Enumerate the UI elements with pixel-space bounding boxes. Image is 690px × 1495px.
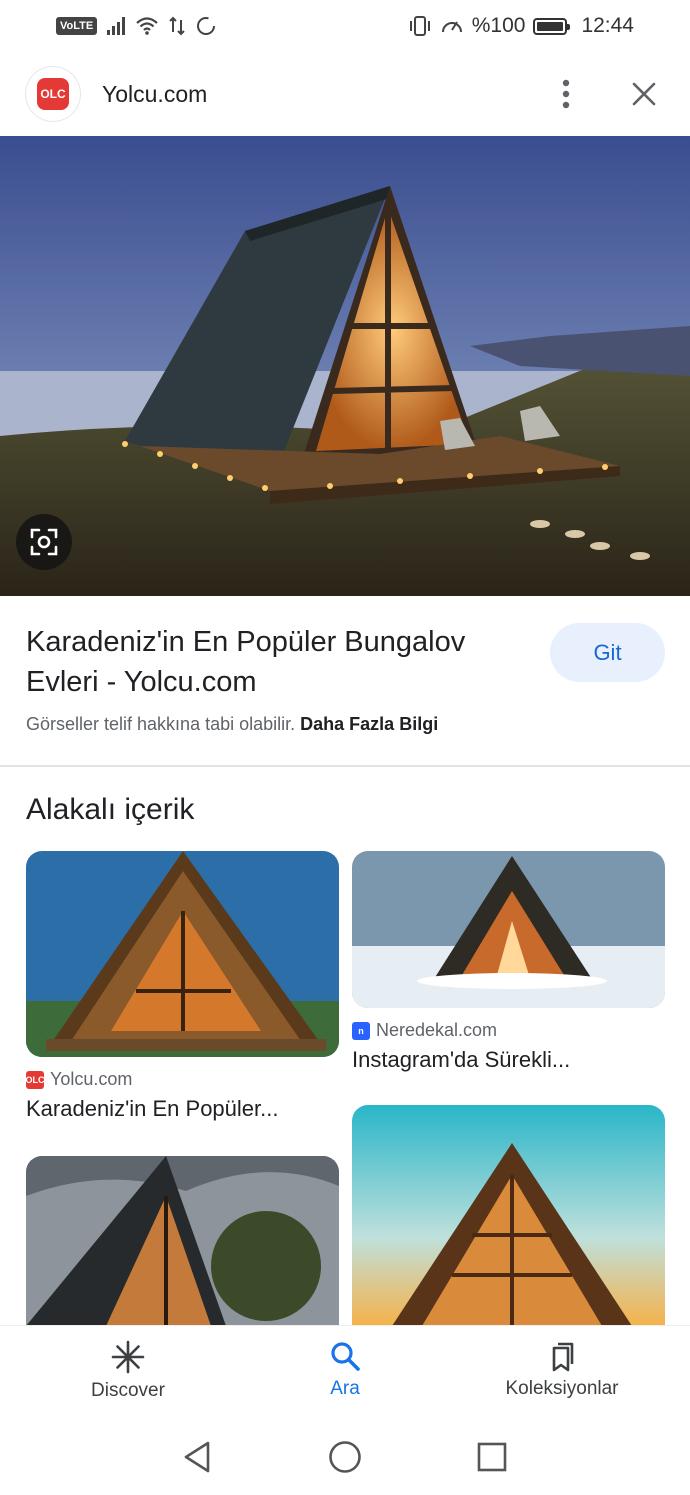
favicon-logo: OLC [37,78,69,110]
nav-collections[interactable]: Koleksiyonlar [492,1340,632,1400]
signal-icon [107,17,126,35]
vibrate-icon [409,16,430,36]
status-right: %100 12:44 [408,14,634,38]
hero-image[interactable] [0,136,690,596]
copyright-notice: Görseller telif hakkına tabi olabilir. D… [26,714,438,735]
lens-icon [30,528,58,556]
card-source: OLC Yolcu.com [26,1069,339,1090]
site-name[interactable]: Yolcu.com [102,81,546,108]
bungalow-thumbnail-1 [26,851,339,1057]
result-title[interactable]: Karadeniz'in En Popüler Bungalov Evleri … [26,622,536,702]
bungalow-thumbnail-4 [352,1105,665,1326]
battery-icon [533,17,571,35]
data-transfer-icon [169,16,185,36]
related-card[interactable] [352,1105,665,1326]
sync-icon [197,17,216,35]
nav-discover-label: Discover [91,1380,165,1401]
result-title-block: Karadeniz'in En Popüler Bungalov Evleri … [26,622,536,702]
related-card[interactable] [26,1156,339,1326]
card-title[interactable]: Instagram'da Sürekli... [352,1047,665,1073]
more-options-button[interactable] [546,74,586,114]
search-icon [331,1342,360,1371]
asterisk-icon [111,1340,145,1374]
nav-search[interactable]: Ara [295,1340,395,1400]
related-card[interactable]: n Neredekal.com Instagram'da Sürekli... [352,851,665,1073]
card-source-name: Neredekal.com [376,1020,498,1040]
back-icon[interactable] [182,1440,212,1474]
section-divider [0,765,690,767]
related-image[interactable] [352,1105,665,1326]
system-navigation-bar [0,1424,690,1495]
battery-percent: %100 [471,14,526,37]
status-bar: VoLTE %100 12:44 [0,0,690,52]
speed-icon [441,21,462,33]
wifi-icon [136,17,158,35]
related-image[interactable] [352,851,665,1008]
related-heading: Alakalı içerik [26,793,195,826]
learn-more-link[interactable]: Daha Fazla Bilgi [300,714,438,734]
home-icon[interactable] [328,1440,362,1474]
card-source-name: Yolcu.com [50,1069,133,1089]
card-source: n Neredekal.com [352,1020,665,1041]
related-image[interactable] [26,851,339,1057]
google-lens-button[interactable] [16,514,72,570]
related-card[interactable]: OLC Yolcu.com Karadeniz'in En Popüler... [26,851,339,1122]
close-button[interactable] [624,74,664,114]
yolcu-favicon-icon: OLC [26,1070,45,1089]
bungalow-thumbnail-2 [352,851,665,1008]
recents-icon[interactable] [476,1441,508,1473]
more-vert-icon [562,79,570,109]
status-left: VoLTE [56,15,217,37]
site-favicon[interactable]: OLC [26,67,80,121]
volte-icon: VoLTE [56,17,98,35]
copyright-text: Görseller telif hakkına tabi olabilir. [26,714,296,734]
bungalow-thumbnail-3 [26,1156,339,1326]
clock: 12:44 [581,14,634,37]
close-icon [632,82,656,106]
visit-button[interactable]: Git [550,623,665,682]
collections-icon [552,1342,574,1372]
nav-collections-label: Koleksiyonlar [505,1378,619,1399]
nav-discover[interactable]: Discover [78,1340,178,1402]
site-header: OLC Yolcu.com [0,52,690,136]
nav-search-label: Ara [330,1378,360,1399]
related-image[interactable] [26,1156,339,1326]
card-title[interactable]: Karadeniz'in En Popüler... [26,1096,339,1122]
a-frame-bungalow-image [0,136,690,596]
bottom-navigation: Discover Ara Koleksiyonlar [0,1326,690,1424]
neredekal-favicon-icon: n [352,1021,370,1040]
